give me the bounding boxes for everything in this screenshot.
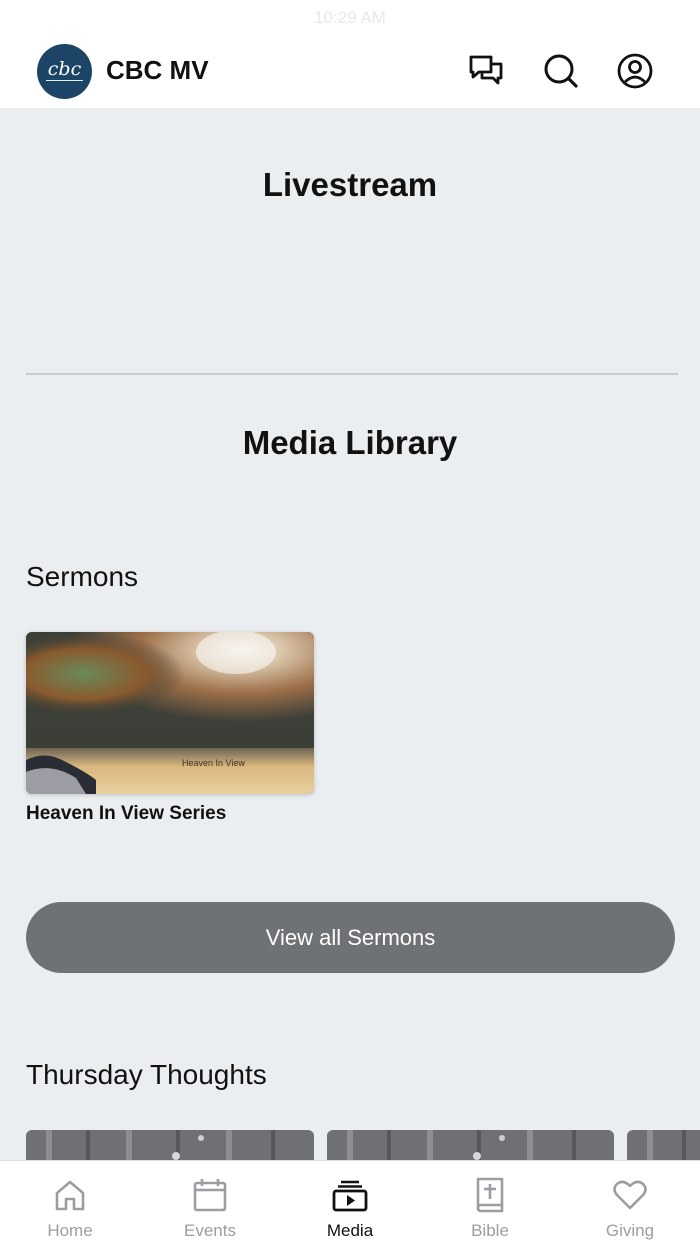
chat-icon[interactable] <box>466 51 506 91</box>
tab-bible[interactable]: Bible <box>420 1161 560 1244</box>
account-icon[interactable] <box>615 51 655 91</box>
app-header: cbc CBC MV <box>0 36 700 108</box>
tab-label-bible: Bible <box>471 1221 509 1240</box>
bible-icon <box>476 1177 504 1213</box>
app-title: CBC MV <box>106 55 209 85</box>
tab-label-giving: Giving <box>605 1221 655 1240</box>
logo-underline <box>46 80 83 81</box>
media-library-title: Media Library <box>242 424 458 461</box>
sermon-card-heaven-in-view[interactable]: Heaven In View <box>26 632 314 794</box>
calendar-icon <box>193 1179 227 1212</box>
search-icon[interactable] <box>541 51 581 91</box>
tab-media[interactable]: Media <box>280 1161 420 1244</box>
sermon-caption: Heaven In View Series <box>26 803 227 824</box>
tab-home[interactable]: Home <box>0 1161 140 1244</box>
view-all-sermons-button[interactable]: View all Sermons <box>26 902 675 973</box>
logo-text: cbc <box>47 58 82 80</box>
tab-giving[interactable]: Giving <box>560 1161 700 1244</box>
thursday-thoughts-row-title: Thursday Thoughts <box>26 1059 267 1090</box>
tab-events[interactable]: Events <box>140 1161 280 1244</box>
tab-label-events: Events <box>184 1221 236 1240</box>
status-bar: 10:29 AM <box>0 0 700 36</box>
tab-label-media: Media <box>326 1221 374 1240</box>
tab-label-home: Home <box>47 1221 93 1240</box>
bottom-tab-bar: Home Events Media Bible Giving <box>0 1160 700 1244</box>
heart-icon <box>613 1180 647 1210</box>
sermons-row-title: Sermons <box>26 561 139 592</box>
livestream-title: Livestream <box>262 166 438 203</box>
section-divider <box>26 373 678 375</box>
media-icon <box>332 1180 368 1212</box>
sermon-thumbnail: Heaven In View <box>26 632 314 794</box>
church-logo[interactable]: cbc <box>37 44 92 99</box>
thumbnail-text: Heaven In View <box>182 758 245 768</box>
status-time: 10:29 AM <box>314 8 386 27</box>
home-icon <box>55 1180 85 1211</box>
